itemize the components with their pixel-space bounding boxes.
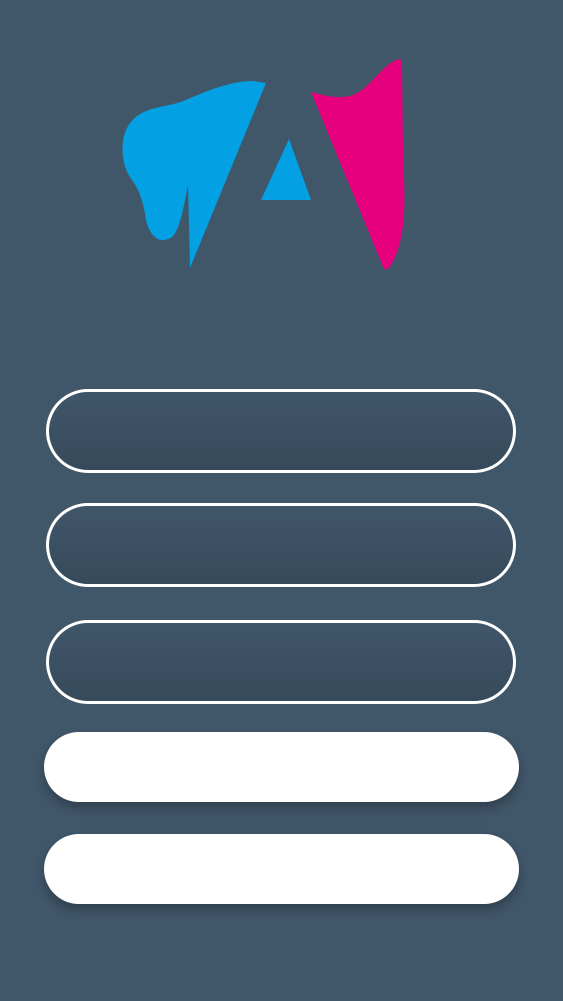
form-field-1[interactable] (46, 389, 516, 473)
primary-button[interactable] (44, 732, 519, 802)
logo-magenta-shape (311, 59, 405, 270)
brand-logo-icon (122, 59, 405, 270)
secondary-button[interactable] (44, 834, 519, 904)
form-field-2[interactable] (46, 503, 516, 587)
logo-blue-shape (122, 81, 266, 268)
form-field-3[interactable] (46, 620, 516, 704)
logo (118, 55, 414, 275)
logo-blue-triangle (261, 139, 311, 200)
